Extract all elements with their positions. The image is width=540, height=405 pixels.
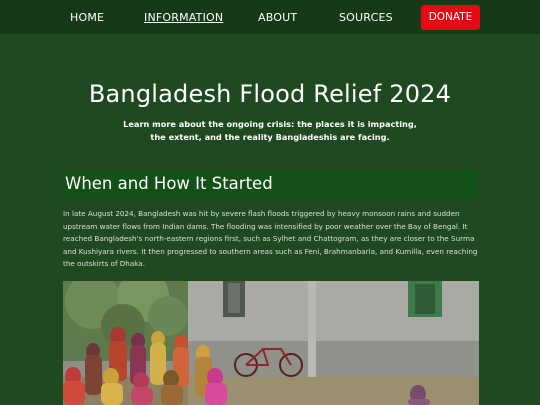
page-title: Bangladesh Flood Relief 2024: [88, 80, 452, 108]
section-paragraph: In late August 2024, Bangladesh was hit …: [63, 209, 478, 268]
nav-information[interactable]: INFORMATION: [144, 11, 223, 24]
top-nav: HOME INFORMATION ABOUT SOURCES DONATE: [0, 0, 540, 34]
nav-home[interactable]: HOME: [70, 11, 104, 24]
section-title: When and How It Started: [65, 174, 273, 193]
subtitle-line-1: Learn more about the ongoing crisis: the…: [123, 119, 417, 129]
flood-photo: [63, 281, 479, 405]
subtitle-line-2: the extent, and the reality Bangladeshis…: [150, 132, 390, 142]
nav-sources[interactable]: SOURCES: [339, 11, 393, 24]
donate-button[interactable]: DONATE: [421, 5, 480, 30]
page-subtitle: Learn more about the ongoing crisis: the…: [0, 118, 540, 144]
nav-about[interactable]: ABOUT: [258, 11, 297, 24]
